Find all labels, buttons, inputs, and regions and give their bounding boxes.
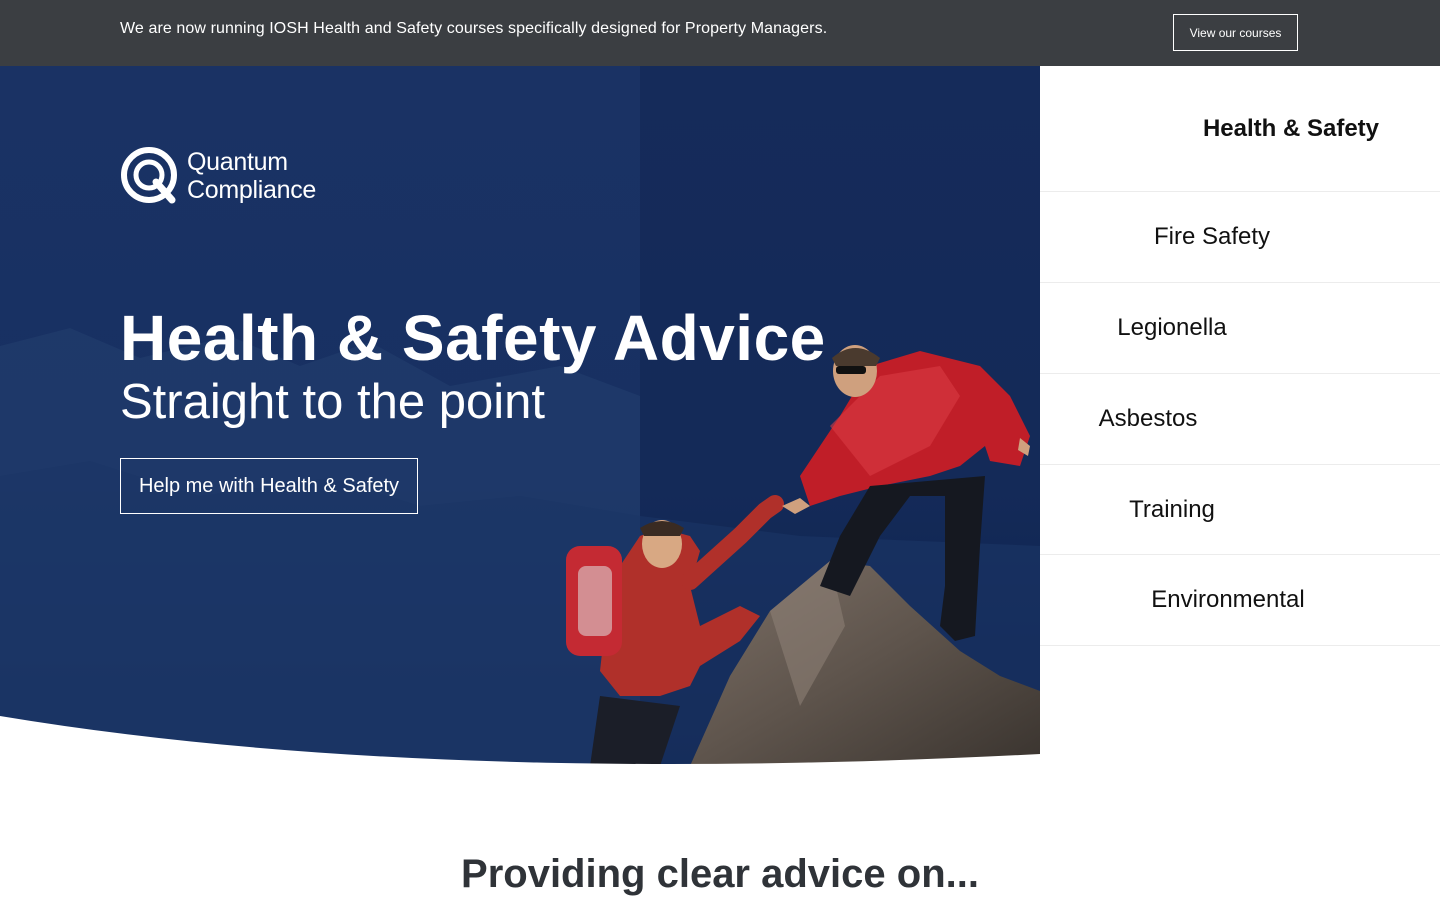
nav-item-fire-safety[interactable]: Fire Safety (1040, 192, 1440, 283)
hero-title: Health & Safety Advice (120, 302, 826, 374)
logo[interactable]: Quantum Compliance (120, 146, 330, 208)
nav-item-label: Fire Safety (1153, 223, 1271, 250)
hero-subtitle: Straight to the point (120, 375, 545, 429)
service-nav: Health & Safety Fire Safety Legionella A… (1040, 66, 1440, 766)
hero-section: Quantum Compliance Health & Safety Advic… (0, 66, 1040, 766)
logo-text-line1: Quantum (187, 148, 288, 176)
nav-item-environmental[interactable]: Environmental (1040, 555, 1440, 646)
logo-text-line2: Compliance (187, 176, 317, 204)
nav-item-label: Legionella (1117, 314, 1227, 341)
health-safety-cta-button[interactable]: Help me with Health & Safety (120, 458, 418, 514)
nav-item-asbestos[interactable]: Asbestos (1040, 374, 1440, 465)
nav-item-health-safety[interactable]: Health & Safety (1040, 66, 1440, 192)
announcement-bar: We are now running IOSH Health and Safet… (0, 0, 1440, 66)
nav-item-training[interactable]: Training (1040, 465, 1440, 555)
view-courses-button[interactable]: View our courses (1173, 14, 1298, 51)
nav-item-label: Asbestos (1098, 405, 1198, 432)
nav-item-label: Health & Safety (1202, 114, 1380, 142)
section-heading: Providing clear advice on... (461, 852, 979, 896)
quantum-q-logo-icon (121, 147, 177, 204)
nav-item-label: Environmental (1151, 586, 1305, 613)
nav-item-label: Training (1129, 495, 1215, 523)
announcement-text: We are now running IOSH Health and Safet… (120, 20, 828, 37)
nav-item-legionella[interactable]: Legionella (1040, 283, 1440, 374)
